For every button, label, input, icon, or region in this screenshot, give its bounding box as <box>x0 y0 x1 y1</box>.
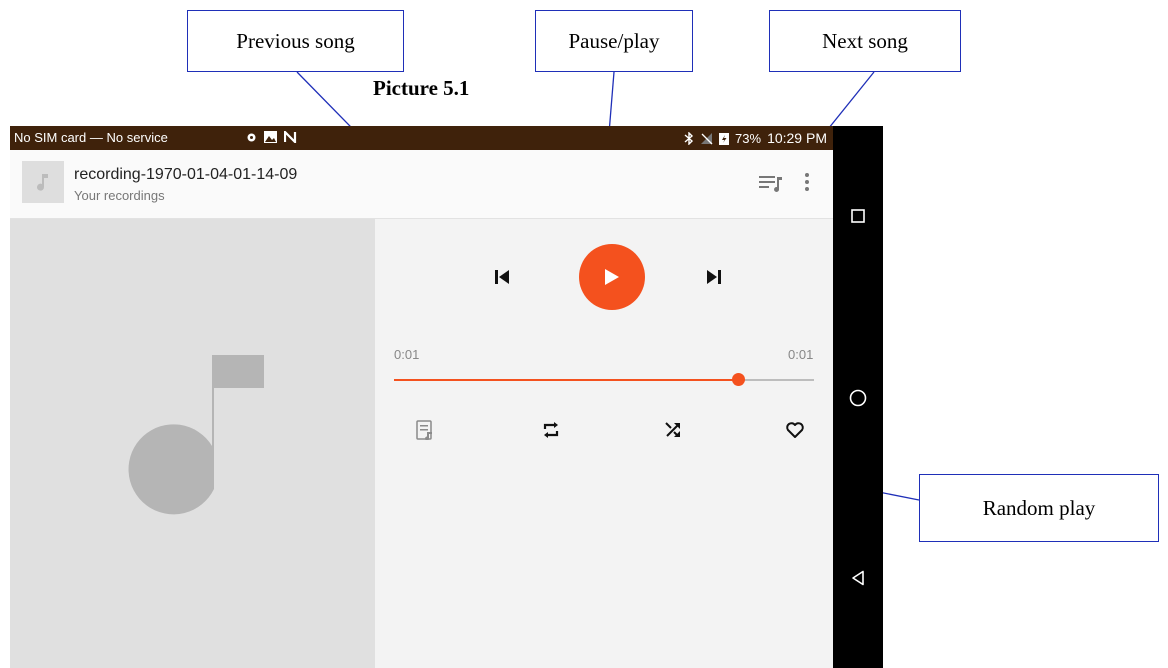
navigation-bar <box>833 126 883 668</box>
player-controls-panel: 0:01 0:01 <box>375 219 833 668</box>
play-icon <box>605 269 619 285</box>
home-circle-icon <box>849 389 867 407</box>
now-playing-header: recording-1970-01-04-01-14-09 Your recor… <box>10 150 833 219</box>
callout-pause-play: Pause/play <box>535 10 693 72</box>
system-status: 73% 10:29 PM <box>684 130 827 146</box>
album-thumbnail <box>22 161 64 203</box>
shuffle-button[interactable] <box>659 416 687 444</box>
recents-square-icon <box>851 209 865 223</box>
back-triangle-icon <box>852 570 864 586</box>
callout-previous-song: Previous song <box>187 10 404 72</box>
callout-random-play-text: Random play <box>982 495 1096 520</box>
queue-music-icon <box>759 176 782 192</box>
album-art <box>10 219 375 668</box>
heart-icon <box>786 422 804 438</box>
seek-bar-progress <box>394 379 739 381</box>
carrier-status: No SIM card — No service <box>14 130 168 145</box>
music-note-icon <box>37 174 48 191</box>
queue-list-button[interactable] <box>411 416 439 444</box>
track-source: Your recordings <box>74 188 165 203</box>
image-notification-icon <box>264 131 277 143</box>
callout-previous-song-text: Previous song <box>236 28 355 53</box>
no-signal-icon <box>701 132 713 144</box>
favorite-button[interactable] <box>781 416 809 444</box>
playlist-icon <box>416 420 432 440</box>
repeat-icon <box>543 422 559 438</box>
clock: 10:29 PM <box>767 130 827 146</box>
settings-notification-icon <box>247 133 256 141</box>
skip-previous-icon <box>495 270 509 284</box>
more-vertical-icon <box>805 173 809 191</box>
next-button[interactable] <box>700 263 728 291</box>
callout-pause-play-text: Pause/play <box>568 28 660 53</box>
callout-random-play: Random play <box>919 474 1159 542</box>
seek-bar-thumb[interactable] <box>732 373 746 386</box>
back-button[interactable] <box>833 558 883 598</box>
battery-percent: 73% <box>735 130 762 146</box>
play-pause-button[interactable] <box>579 244 645 310</box>
repeat-button[interactable] <box>537 416 565 444</box>
seek-bar[interactable] <box>394 373 814 386</box>
skip-next-icon <box>707 270 721 284</box>
track-title: recording-1970-01-04-01-14-09 <box>74 166 298 183</box>
callout-next-song: Next song <box>769 10 961 72</box>
elapsed-time: 0:01 <box>394 347 420 362</box>
battery-charging-icon <box>719 132 730 145</box>
nfc-notification-icon <box>284 131 297 143</box>
tablet-screen: No SIM card — No service 73% 10:29 PM re… <box>10 126 883 668</box>
shuffle-icon <box>665 422 680 437</box>
notification-icons <box>246 131 297 143</box>
status-bar: No SIM card — No service 73% 10:29 PM <box>10 126 833 150</box>
overflow-menu-button[interactable] <box>800 170 814 194</box>
previous-button[interactable] <box>488 263 516 291</box>
bluetooth-icon <box>684 131 694 145</box>
figure-caption: Picture 5.1 <box>373 76 470 100</box>
album-art-music-note-icon <box>128 355 264 515</box>
total-duration: 0:01 <box>788 347 814 362</box>
home-button[interactable] <box>833 378 883 418</box>
recents-button[interactable] <box>833 196 883 236</box>
callout-next-song-text: Next song <box>822 28 908 53</box>
queue-button[interactable] <box>758 172 784 194</box>
